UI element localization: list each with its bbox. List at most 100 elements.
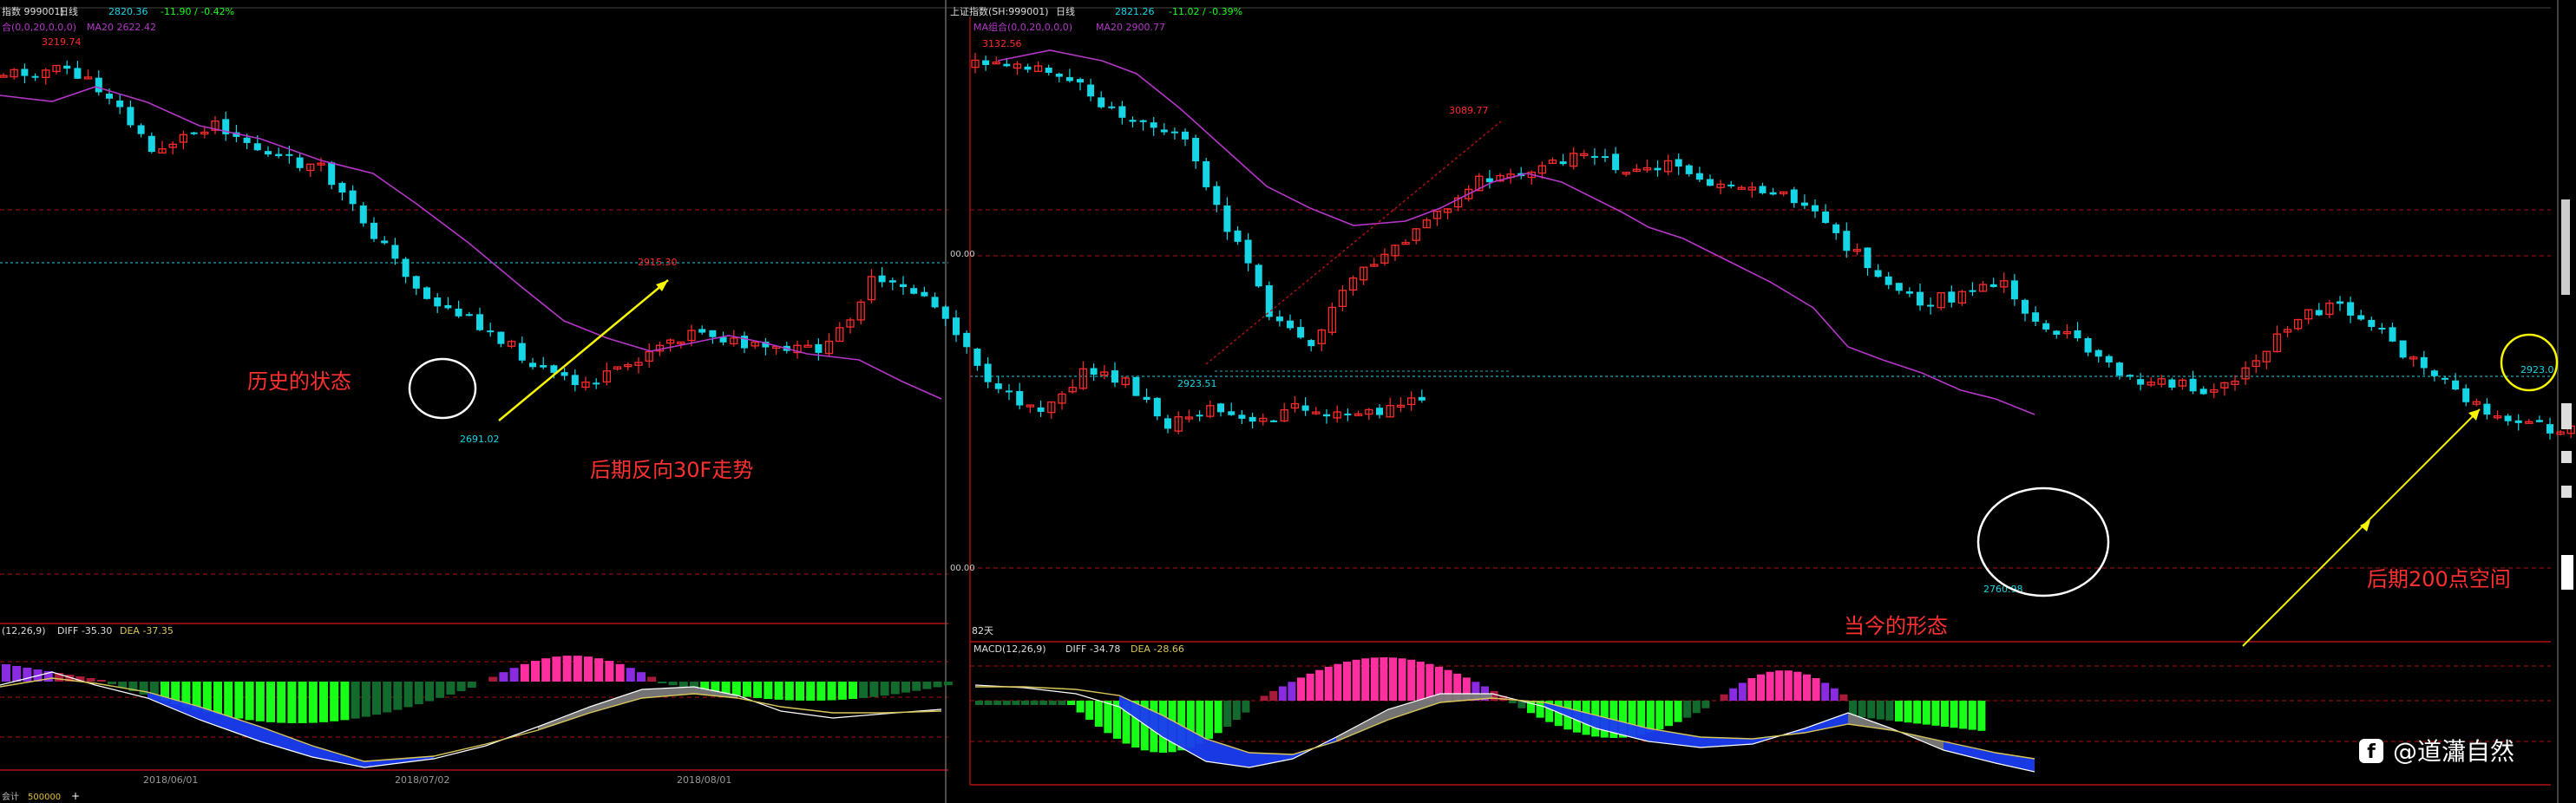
macd-bar: [1324, 666, 1333, 701]
candle-body: [1790, 189, 1798, 204]
macd-bar: [1297, 677, 1305, 701]
price-label-peak: 3089.77: [1449, 105, 1489, 116]
macd-bar: [1674, 701, 1682, 722]
macd-bar: [1895, 701, 1903, 721]
macd-bar: [1968, 701, 1976, 730]
macd-bar: [361, 682, 370, 717]
candle-body: [21, 69, 29, 76]
candle-body: [1559, 161, 1567, 165]
candle-body: [1301, 405, 1309, 411]
macd-bar: [277, 682, 286, 723]
candle-body: [1884, 276, 1892, 285]
candle-body: [2399, 340, 2407, 358]
macd-bar: [245, 682, 254, 721]
candle-body: [1812, 205, 1819, 212]
macd-bar: [1931, 701, 1940, 726]
candle-body: [2053, 330, 2061, 336]
price-label-low: 2691.02: [460, 434, 500, 445]
right-future-arrow: [2242, 408, 2481, 647]
candle-body: [2452, 380, 2460, 390]
left-x-label: 2018/08/01: [677, 774, 731, 786]
macd-bar: [1738, 682, 1747, 701]
macd-bar: [943, 682, 953, 686]
candle-body: [2168, 379, 2176, 388]
macd-bar: [436, 682, 445, 698]
macd-bar: [1389, 657, 1397, 701]
candle-body: [2514, 420, 2522, 423]
macd-bar: [880, 682, 889, 696]
candle-body: [2504, 415, 2512, 421]
macd-bar: [1370, 657, 1379, 701]
candle-body: [1090, 368, 1098, 375]
macd-bar: [1426, 663, 1434, 701]
macd-bar: [1380, 657, 1388, 701]
candle-body: [1118, 106, 1126, 118]
macd-bar: [351, 682, 360, 719]
candle-body: [1895, 283, 1903, 291]
candle-body: [359, 205, 367, 224]
macd-bar: [403, 682, 413, 708]
right-macd-gray-area: [1336, 694, 1492, 741]
annotation-left-future: 后期反向30F走势: [590, 458, 753, 482]
candle-body: [1917, 291, 1924, 306]
candle-body: [2430, 370, 2438, 376]
macd-bar: [1665, 701, 1673, 727]
left-macd-gray-area: [538, 687, 737, 730]
candle-body: [1265, 284, 1273, 317]
candle-body: [1843, 231, 1851, 251]
candle-body: [2347, 302, 2355, 316]
macd-bar: [488, 676, 498, 682]
macd-bar: [975, 701, 983, 705]
right-axis-label: 00.00: [950, 250, 975, 259]
macd-bar: [1692, 701, 1701, 714]
candle-body: [95, 77, 102, 93]
candle-body: [1077, 79, 1084, 83]
macd-bar: [1104, 701, 1112, 734]
price-label-mid: 2915.30: [638, 257, 678, 268]
candle-body: [984, 363, 992, 382]
status-value: 500000: [28, 793, 61, 802]
macd-bar: [1683, 701, 1692, 718]
macd-bar: [1094, 701, 1103, 727]
right-ma20-line: [997, 49, 2035, 415]
left-macd-hist: [2, 656, 953, 723]
macd-bar: [2, 664, 10, 682]
macd-bar: [1343, 661, 1351, 701]
candle-body: [1055, 74, 1063, 77]
macd-bar: [753, 682, 763, 698]
candle-body: [1759, 186, 1766, 193]
candle-body: [1139, 120, 1147, 122]
left-ma-label: 合(0,0,20,0,0,0): [2, 21, 76, 33]
candle-body: [571, 375, 579, 386]
candle-body: [265, 151, 272, 155]
macd-bar: [1913, 701, 1922, 724]
candle-body: [1150, 122, 1157, 128]
candle-body: [2442, 377, 2448, 380]
candle-body: [2199, 388, 2207, 395]
macd-bar: [849, 682, 857, 700]
candle-body: [2127, 375, 2134, 377]
candle-body: [2547, 424, 2553, 434]
macd-bar: [1950, 701, 1958, 728]
candle-body: [1203, 160, 1210, 187]
candle-body: [900, 284, 907, 288]
candle-body: [540, 364, 547, 368]
macd-bar: [1214, 701, 1222, 734]
macd-bar: [1747, 677, 1756, 701]
macd-bar: [1361, 658, 1370, 701]
macd-bar: [139, 682, 148, 695]
side-widget: [2561, 555, 2573, 590]
candle-body: [1196, 415, 1203, 417]
candle-body: [1675, 159, 1682, 167]
macd-bar: [573, 656, 582, 682]
macd-bar: [816, 682, 826, 701]
candle-body: [381, 240, 389, 244]
candle-body: [931, 297, 939, 308]
candle-body: [116, 100, 124, 108]
candle-body: [1143, 396, 1150, 401]
candle-body: [1832, 224, 1840, 233]
candle-body: [815, 343, 823, 353]
candle-body: [1217, 403, 1224, 413]
annotation-right-state: 当今的形态: [1844, 614, 1948, 638]
candle-body: [1016, 390, 1024, 406]
